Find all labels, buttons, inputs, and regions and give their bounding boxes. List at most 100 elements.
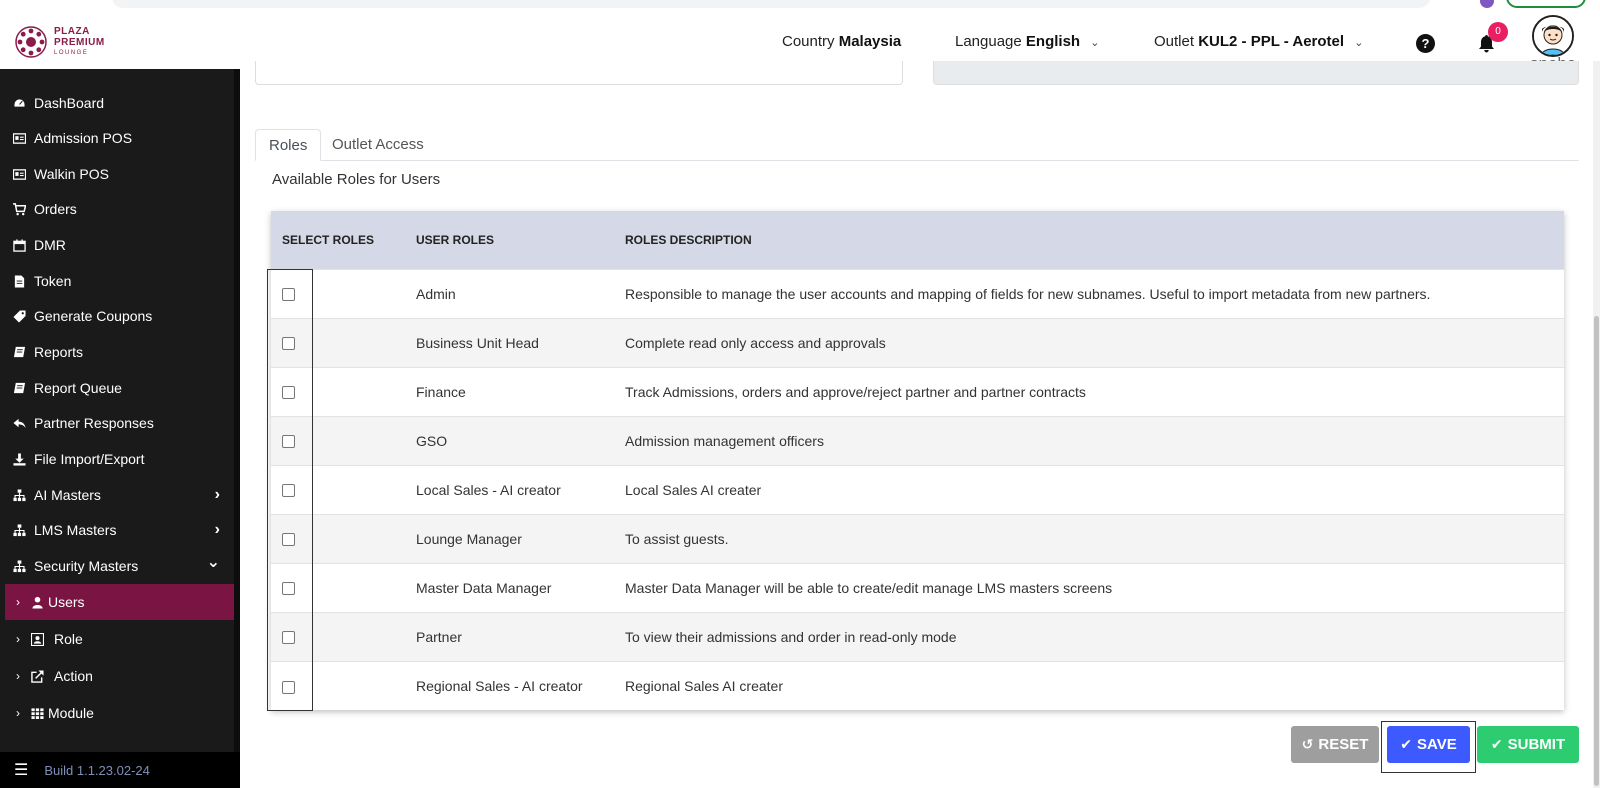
hamburger-menu-icon[interactable]: ☰ [14, 760, 28, 780]
download-icon [12, 452, 26, 466]
country-label: Country [782, 33, 835, 50]
sidebar-item-walkin-pos[interactable]: Walkin POS [0, 156, 234, 192]
sidebar-item-ai-masters[interactable]: AI Masters › [0, 477, 234, 513]
role-checkbox-partner[interactable] [282, 631, 295, 645]
role-name: Business Unit Head [405, 317, 614, 367]
role-name: Finance [405, 366, 614, 416]
outlet-dropdown[interactable]: Outlet KUL2 - PPL - Aerotel ⌄ [1154, 33, 1363, 50]
language-dropdown[interactable]: Language English ⌄ [955, 33, 1099, 50]
role-checkbox-gso[interactable] [282, 435, 295, 449]
page-scrollbar[interactable] [1593, 61, 1600, 788]
sidebar-item-label: Partner Responses [34, 415, 154, 431]
file-icon [12, 274, 26, 288]
role-description: Master Data Manager will be able to crea… [614, 562, 1564, 612]
save-button[interactable]: ✔ SAVE [1387, 726, 1470, 763]
role-checkbox-business-unit-head[interactable] [282, 337, 295, 351]
chevron-right-icon: › [16, 632, 20, 646]
sidebar-item-label: AI Masters [34, 487, 101, 503]
chevron-down-icon: ⌄ [206, 554, 220, 571]
tab-roles[interactable]: Roles [255, 129, 322, 161]
form-field-left[interactable] [255, 61, 903, 85]
tab-bar: Roles Outlet Access [255, 129, 1579, 161]
brand-logo[interactable]: PLAZA PREMIUM LOUNGE [14, 25, 105, 59]
tab-outlet-access[interactable]: Outlet Access [319, 129, 437, 161]
submit-button[interactable]: ✔ SUBMIT [1477, 726, 1579, 763]
save-label: SAVE [1417, 736, 1457, 753]
language-label: Language [955, 33, 1022, 50]
sidebar-item-label: Module [48, 705, 94, 721]
brand-line-3: LOUNGE [54, 49, 89, 56]
role-checkbox-local-sales[interactable] [282, 484, 295, 498]
help-icon[interactable]: ? [1416, 34, 1435, 53]
sidebar-item-report-queue[interactable]: Report Queue [0, 370, 234, 406]
role-checkbox-finance[interactable] [282, 386, 295, 400]
address-bar[interactable] [112, 0, 1430, 8]
sidebar-item-users[interactable]: › Users [5, 584, 235, 620]
check-icon: ✔ [1490, 736, 1503, 752]
sidebar-item-security-masters[interactable]: Security Masters ⌄ [0, 548, 234, 584]
sidebar-item-file-import-export[interactable]: File Import/Export [0, 441, 234, 477]
role-checkbox-admin[interactable] [282, 288, 295, 302]
cart-icon [12, 202, 26, 216]
role-checkbox-lounge-manager[interactable] [282, 533, 295, 547]
user-avatar[interactable] [1532, 15, 1574, 57]
build-version: Build 1.1.23.02-24 [44, 762, 150, 778]
role-name: Master Data Manager [405, 562, 614, 612]
reset-button[interactable]: ↺ RESET [1291, 726, 1379, 763]
sidebar-item-token[interactable]: Token [0, 263, 234, 299]
sidebar-item-label: Admission POS [34, 130, 133, 146]
role-checkbox-master-data-manager[interactable] [282, 582, 295, 596]
book-icon [12, 345, 26, 359]
chevron-right-icon: › [16, 669, 20, 683]
check-icon: ✔ [1400, 736, 1412, 752]
column-header-select-roles: SELECT ROLES [271, 211, 405, 269]
plaza-premium-logo-icon [15, 26, 47, 58]
scrollbar-thumb[interactable] [1594, 316, 1599, 786]
outlet-label: Outlet [1154, 33, 1195, 50]
sidebar-item-admission-pos[interactable]: Admission POS [0, 120, 234, 156]
sidebar-item-action[interactable]: › Action [0, 658, 234, 694]
roles-table: SELECT ROLES USER ROLES ROLES DESCRIPTIO… [267, 211, 1564, 711]
browser-toolbar [0, 0, 1600, 11]
grid-icon [30, 706, 44, 720]
sidebar-footer: ☰ Build 1.1.23.02-24 [0, 752, 240, 788]
sidebar-item-reports[interactable]: Reports [0, 334, 234, 370]
role-icon [30, 632, 44, 646]
sidebar-item-label: Action [54, 668, 93, 684]
sidebar-item-partner-responses[interactable]: Partner Responses [0, 405, 234, 441]
chevron-down-icon: ⌄ [1354, 37, 1364, 49]
sidebar-item-orders[interactable]: Orders [0, 191, 234, 227]
chevron-right-icon: › [214, 486, 220, 503]
section-title: Available Roles for Users [272, 171, 441, 188]
sidebar-item-generate-coupons[interactable]: Generate Coupons [0, 298, 234, 334]
sidebar-item-dashboard[interactable]: DashBoard [0, 85, 234, 121]
table-row: Master Data Manager Master Data Manager … [271, 562, 1564, 612]
avatar-icon [1534, 17, 1572, 55]
sidebar-item-lms-masters[interactable]: LMS Masters › [0, 512, 234, 548]
brand-line-2: PREMIUM [54, 36, 105, 48]
id-card-icon [12, 167, 26, 181]
book-icon [12, 381, 26, 395]
table-row: GSO Admission management officers [271, 415, 1564, 465]
sidebar-item-label: Orders [34, 201, 77, 217]
column-header-user-roles: USER ROLES [405, 211, 614, 269]
role-description: Responsible to manage the user accounts … [614, 268, 1564, 318]
sidebar-item-label: Users [48, 594, 85, 610]
table-row: Lounge Manager To assist guests. [271, 513, 1564, 563]
sidebar-item-label: Token [34, 273, 72, 289]
sidebar-item-module[interactable]: › Module [0, 695, 234, 731]
sidebar-item-role[interactable]: › Role [0, 621, 234, 657]
sidebar-item-label: Generate Coupons [34, 308, 153, 324]
sidebar-item-dmr[interactable]: DMR [0, 227, 234, 263]
sitemap-icon [12, 559, 26, 573]
sidebar-item-label: File Import/Export [34, 451, 145, 467]
sitemap-icon [12, 488, 26, 502]
role-description: Admission management officers [614, 415, 1564, 465]
extension-icon[interactable] [1480, 0, 1494, 8]
table-row: Business Unit Head Complete read only ac… [271, 317, 1564, 367]
browser-action-button[interactable] [1506, 0, 1586, 8]
role-checkbox-regional-sales[interactable] [282, 680, 295, 694]
reset-label: RESET [1318, 736, 1369, 753]
table-row: Admin Responsible to manage the user acc… [271, 268, 1564, 318]
sidebar: DashBoard Admission POS Walkin POS Order… [0, 69, 240, 752]
